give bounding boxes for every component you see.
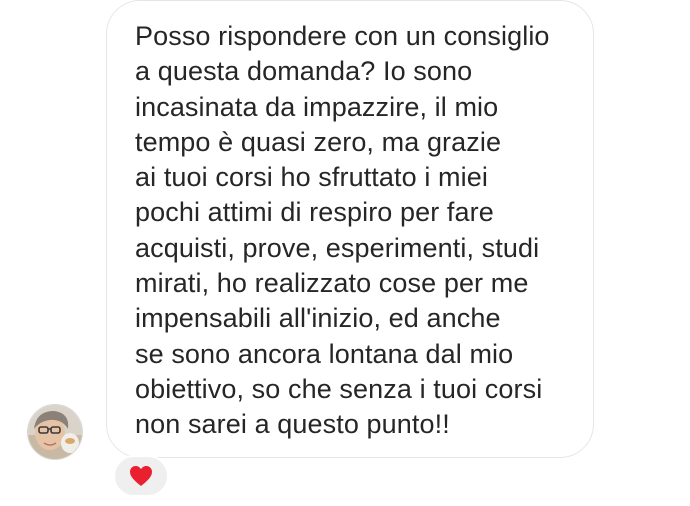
message-bubble[interactable]: Posso rispondere con un consiglio a ques… xyxy=(106,0,594,458)
avatar[interactable] xyxy=(27,404,83,460)
message-text: Posso rispondere con un consiglio a ques… xyxy=(135,21,550,440)
avatar-photo-icon xyxy=(28,405,82,459)
heart-icon xyxy=(130,466,152,486)
chat-thread: Posso rispondere con un consiglio a ques… xyxy=(0,0,690,506)
reaction-badge[interactable] xyxy=(113,455,169,497)
